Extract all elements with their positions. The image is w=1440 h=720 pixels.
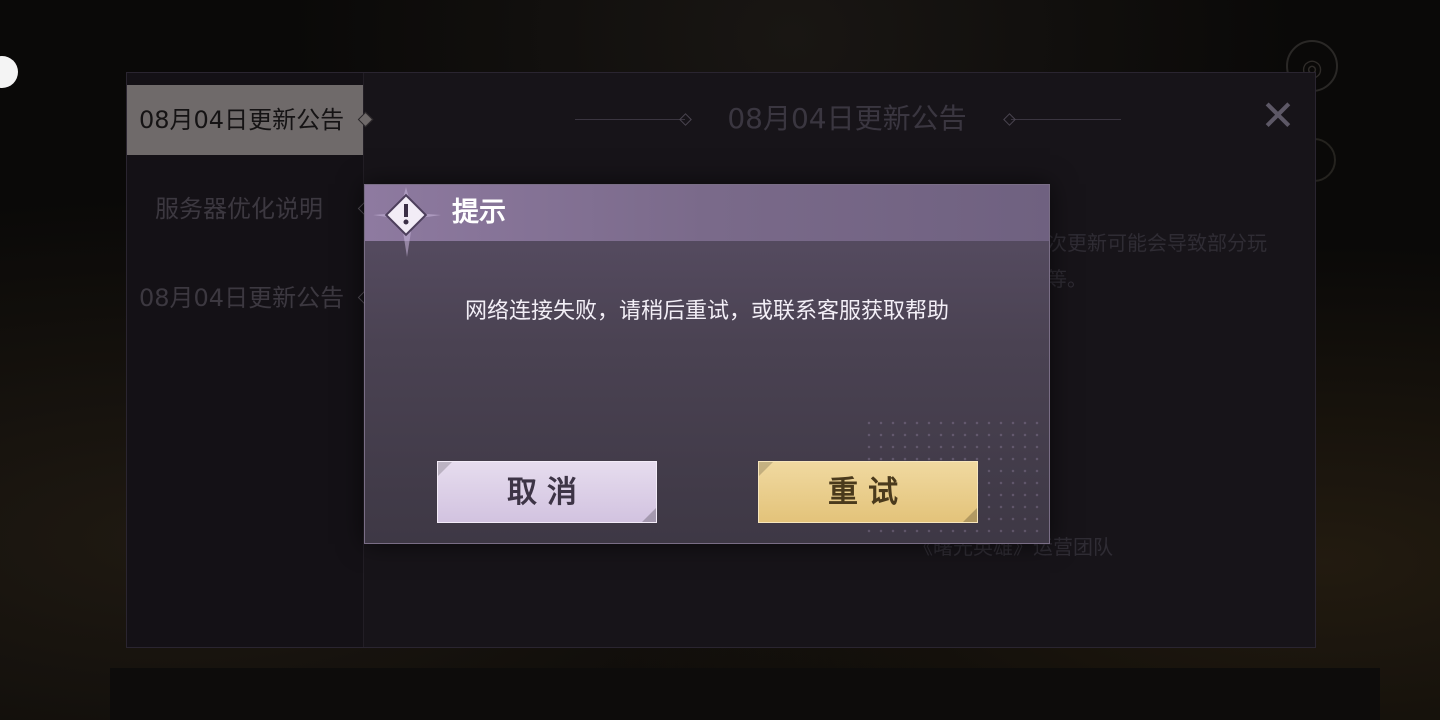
cancel-button[interactable]: 取消 (437, 461, 657, 523)
sidebar-item-update-notice-1[interactable]: 08月04日更新公告 (127, 85, 374, 155)
dialog-message: 网络连接失败，请稍后重试，或联系客服获取帮助 (464, 299, 949, 324)
sidebar-item-server-optimization[interactable]: 服务器优化说明 (127, 174, 374, 244)
background-bottom-strip (110, 668, 1380, 720)
panel-title: 08月04日更新公告 (727, 102, 967, 135)
body-line: 次更新可能会导致部分玩 (1047, 231, 1267, 255)
announcement-sidebar: 08月04日更新公告 服务器优化说明 08月04日更新公告 (127, 73, 374, 647)
warning-icon (373, 187, 441, 257)
dialog-title: 提示 (452, 197, 506, 228)
sidebar-item-label: 08月04日更新公告 (139, 284, 345, 312)
network-error-dialog: 提示 网络连接失败，请稍后重试，或联系客服获取帮助 取消 重试 (364, 184, 1050, 544)
announcement-body: 次更新可能会导致部分玩 等。 (1047, 225, 1307, 297)
button-corner (438, 462, 452, 476)
retry-button-label: 重试 (828, 475, 908, 510)
sidebar-item-update-notice-2[interactable]: 08月04日更新公告 (127, 263, 374, 333)
button-corner (963, 508, 977, 522)
body-line: 等。 (1047, 267, 1087, 291)
button-corner (759, 462, 773, 476)
cancel-button-label: 取消 (507, 475, 587, 510)
sidebar-item-label: 服务器优化说明 (155, 195, 323, 223)
button-corner (642, 508, 656, 522)
retry-button[interactable]: 重试 (758, 461, 978, 523)
sidebar-item-label: 08月04日更新公告 (139, 106, 345, 134)
diamond-icon (357, 111, 374, 128)
panel-title-wrap: 08月04日更新公告 (567, 91, 1127, 147)
close-icon[interactable]: ✕ (1255, 93, 1301, 139)
